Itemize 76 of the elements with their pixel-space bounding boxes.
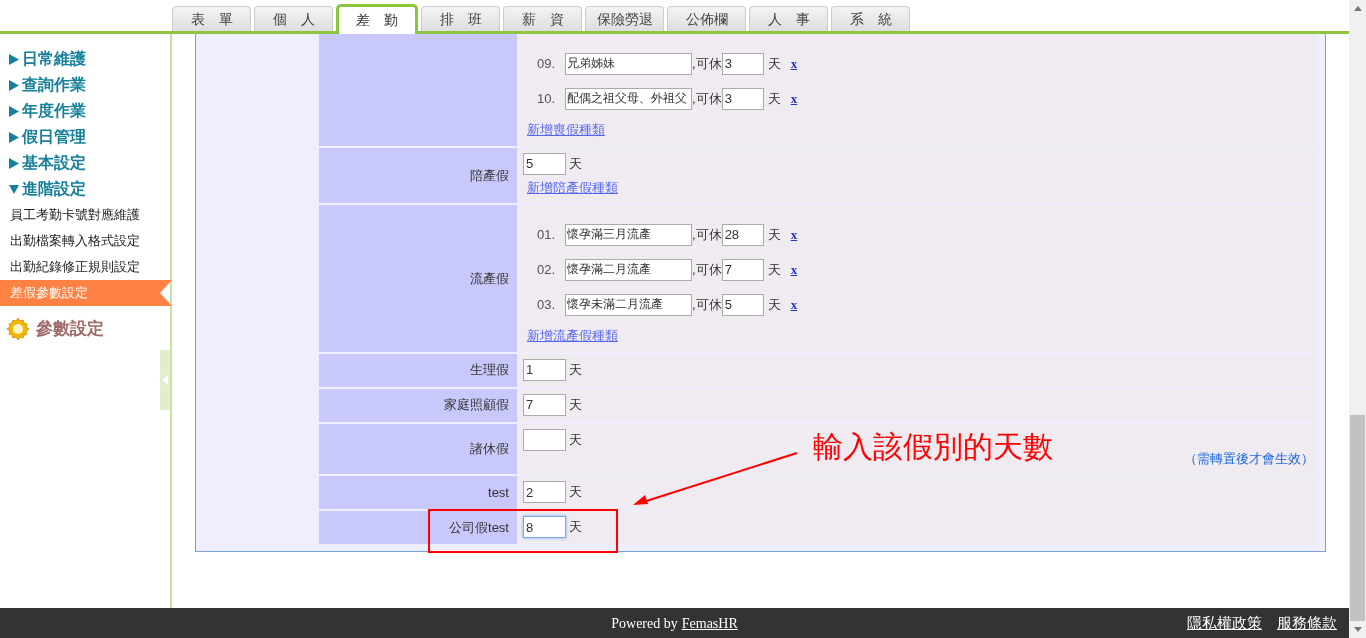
leave-name-field[interactable]: 配偶之祖父母、外祖父 xyxy=(565,87,692,110)
may-rest-label: ,可休 xyxy=(692,260,722,279)
footer-link[interactable]: 服務條款 xyxy=(1277,611,1337,635)
note-text: （需轉置後才會生效） xyxy=(1184,449,1314,468)
menu-group[interactable]: 假日管理 xyxy=(0,124,170,150)
unit-label: 天 xyxy=(569,395,582,414)
may-rest-label: ,可休 xyxy=(692,54,722,73)
brand-link[interactable]: FemasHR xyxy=(681,612,738,634)
unit-label: 天 xyxy=(767,295,781,314)
leave-name-field[interactable]: 懷孕滿三月流產 xyxy=(565,223,692,246)
leave-name-field[interactable]: 懷孕未滿二月流產 xyxy=(565,293,692,316)
menu-item[interactable]: 出勤檔案轉入格式設定 xyxy=(0,228,170,254)
leave-type-label: 生理假 xyxy=(470,361,509,380)
days-field[interactable]: 3 xyxy=(721,52,764,75)
item-number: 01. xyxy=(535,225,556,244)
leave-type-label: 流產假 xyxy=(470,269,509,288)
nav-tab[interactable]: 薪 資 xyxy=(503,6,582,31)
nav-tab[interactable]: 排 班 xyxy=(421,6,500,31)
leave-name-field[interactable]: 懷孕滿二月流產 xyxy=(565,258,692,281)
nav-tab[interactable]: 個 人 xyxy=(254,6,333,31)
menu-group[interactable]: 進階設定 xyxy=(0,176,170,202)
days-field[interactable]: 7 xyxy=(523,393,566,416)
item-number: 09. xyxy=(535,54,556,73)
may-rest-label: ,可休 xyxy=(692,295,722,314)
nav-tab[interactable]: 差 勤 xyxy=(336,4,418,34)
may-rest-label: ,可休 xyxy=(692,225,722,244)
nav-tab[interactable]: 人 事 xyxy=(749,6,828,31)
remove-link[interactable]: x xyxy=(790,294,798,315)
unit-label: 天 xyxy=(767,54,781,73)
item-number: 03. xyxy=(535,295,556,314)
days-field[interactable]: 7 xyxy=(721,258,764,281)
leave-type-label: test xyxy=(488,483,509,502)
menu-group[interactable]: 日常維護 xyxy=(0,46,170,72)
section-title: 參數設定 xyxy=(36,318,104,340)
menu-item[interactable]: 員工考勤卡號對應維護 xyxy=(0,202,170,228)
remove-link[interactable]: x xyxy=(790,53,798,74)
days-field[interactable]: 5 xyxy=(721,293,764,316)
nav-tab[interactable]: 保險勞退 xyxy=(585,6,664,31)
unit-label: 天 xyxy=(569,430,582,449)
unit-label: 天 xyxy=(767,260,781,279)
unit-label: 天 xyxy=(767,89,781,108)
nav-tab[interactable]: 系 統 xyxy=(831,6,910,31)
unit-label: 天 xyxy=(569,154,582,173)
unit-label: 天 xyxy=(569,518,582,537)
remove-link[interactable]: x xyxy=(790,88,798,109)
footer-link[interactable]: 隱私權政策 xyxy=(1187,611,1262,635)
add-type-link[interactable]: 新增喪假種類 xyxy=(527,120,605,140)
leave-type-label: 陪產假 xyxy=(470,166,509,185)
item-number: 02. xyxy=(535,260,556,279)
leave-type-label: 諸休假 xyxy=(470,440,509,458)
annotation-text: 輸入該假別的天數 xyxy=(813,428,1053,466)
days-field[interactable]: 5 xyxy=(523,152,566,175)
powered-by-text: Powered by xyxy=(611,614,678,633)
add-type-link[interactable]: 新增流產假種類 xyxy=(527,326,618,346)
menu-group[interactable]: 基本設定 xyxy=(0,150,170,176)
may-rest-label: ,可休 xyxy=(692,89,722,108)
item-number: 10. xyxy=(535,89,556,108)
menu-group[interactable]: 年度作業 xyxy=(0,98,170,124)
days-field[interactable]: 28 xyxy=(721,223,764,246)
nav-tab[interactable]: 表 單 xyxy=(172,6,251,31)
days-field[interactable]: 1 xyxy=(523,358,566,381)
add-type-link[interactable]: 新增陪產假種類 xyxy=(527,177,618,197)
nav-tab[interactable]: 公佈欄 xyxy=(667,6,746,31)
days-field[interactable]: 3 xyxy=(721,87,764,110)
remove-link[interactable]: x xyxy=(790,224,798,245)
menu-group[interactable]: 查詢作業 xyxy=(0,72,170,98)
days-field[interactable]: 2 xyxy=(523,481,566,503)
leave-type-label: 公司假test xyxy=(449,518,509,537)
unit-label: 天 xyxy=(569,360,582,379)
leave-type-label: 家庭照顧假 xyxy=(444,396,509,415)
remove-link[interactable]: x xyxy=(790,259,798,280)
menu-item[interactable]: 出勤紀錄修正規則設定 xyxy=(0,254,170,280)
days-field[interactable]: 8 xyxy=(523,516,566,538)
leave-name-field[interactable]: 兄弟姊妹 xyxy=(565,52,692,75)
unit-label: 天 xyxy=(569,483,582,502)
unit-label: 天 xyxy=(767,225,781,244)
